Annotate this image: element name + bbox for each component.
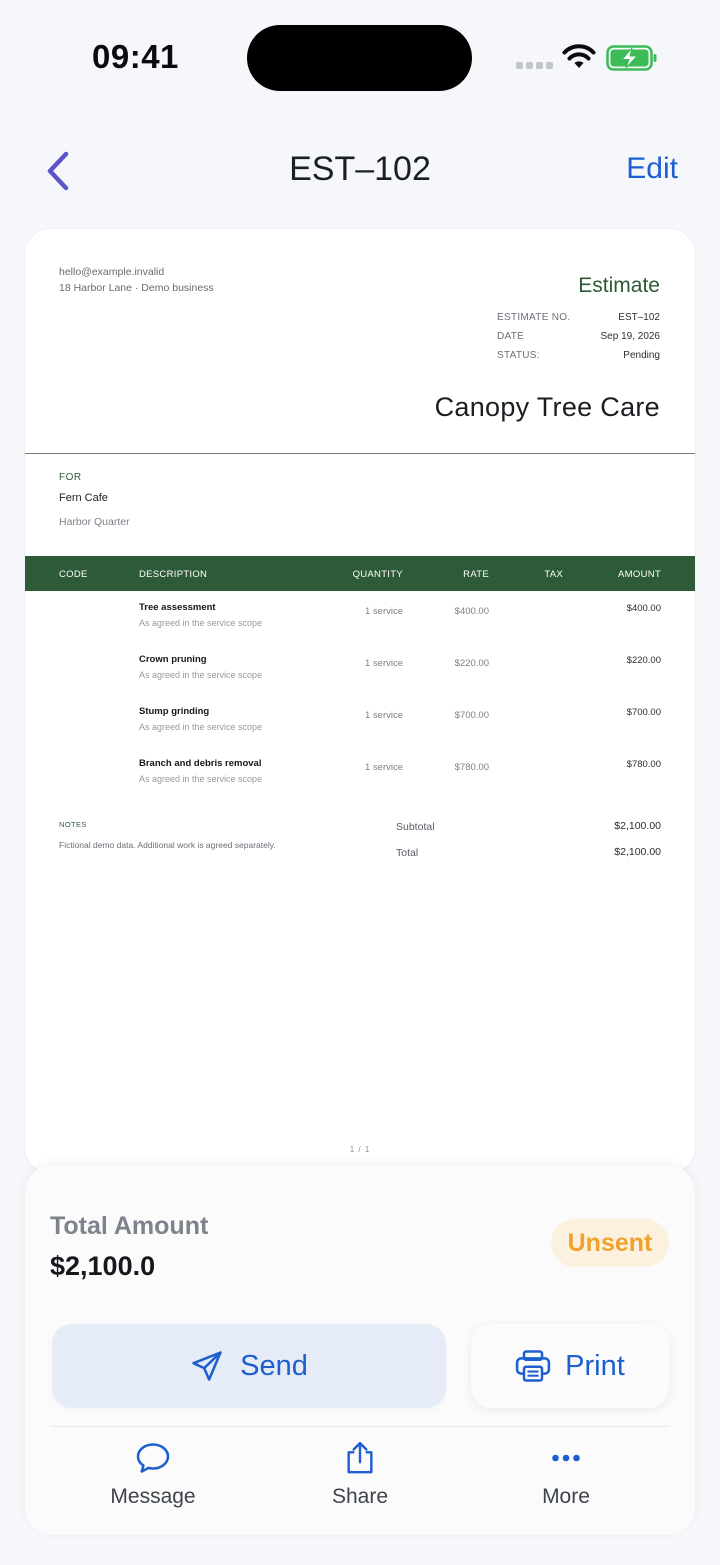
notes-text: Fictional demo data. Additional work is … [59,840,276,850]
item-amount: $780.00 [626,759,661,770]
subtotal-value: $2,100.00 [614,820,661,832]
item-rate: $780.00 [454,762,489,773]
sender-email: hello@example.invalid [59,266,165,278]
item-amount: $400.00 [626,603,661,614]
message-icon [136,1443,170,1473]
total-value: $2,100.00 [614,846,661,858]
meta-value: EST–102 [618,312,660,323]
send-label: Send [240,1349,308,1382]
column-rate: RATE [463,569,489,580]
items-table-header: CODE DESCRIPTION QUANTITY RATE TAX AMOUN… [25,556,695,591]
meta-row-date: DATE Sep 19, 2026 [497,331,660,350]
more-icon [552,1454,580,1462]
edit-button[interactable]: Edit [626,152,678,186]
meta-label: DATE [497,331,525,342]
meta-value: Pending [623,350,660,361]
item-quantity: 1 service [364,762,403,773]
share-label: Share [331,1485,389,1508]
item-note: As agreed in the service scope [139,722,263,732]
send-button[interactable]: Send [52,1324,446,1408]
item-quantity: 1 service [364,606,403,617]
item-note: As agreed in the service scope [139,774,263,784]
sender-address: 18 Harbor Lane · Demo business [59,282,214,294]
meta-row-number: ESTIMATE NO. EST–102 [497,312,660,331]
estimate-document-preview[interactable]: hello@example.invalid 18 Harbor Lane · D… [25,229,695,1173]
item-quantity: 1 service [364,658,403,669]
column-quantity: QUANTITY [352,569,403,580]
item-rate: $700.00 [454,710,489,721]
cellular-signal-icon [516,62,553,69]
item-description: Stump grinding [139,706,210,717]
column-amount: AMOUNT [618,569,661,580]
table-row: Crown pruning As agreed in the service s… [25,654,695,706]
item-amount: $700.00 [626,707,661,718]
message-action[interactable]: Message [83,1441,223,1509]
status-badge: Unsent [551,1219,669,1267]
wifi-icon [562,44,596,68]
item-description: Tree assessment [139,602,216,613]
item-rate: $220.00 [454,658,489,669]
print-label: Print [565,1349,625,1382]
action-sheet: Total Amount $2,100.0 Unsent Send Print … [25,1165,695,1535]
message-label: Message [110,1485,196,1508]
company-name: Canopy Tree Care [434,392,660,422]
table-row: Tree assessment As agreed in the service… [25,602,695,654]
header-divider [25,453,695,454]
item-note: As agreed in the service scope [139,670,263,680]
status-time: 09:41 [92,38,179,75]
dynamic-island [247,25,472,91]
for-label: FOR [59,472,82,483]
sender-info: hello@example.invalid 18 Harbor Lane · D… [59,264,214,296]
item-description: Branch and debris removal [139,758,262,769]
item-quantity: 1 service [364,710,403,721]
more-action[interactable]: More [496,1441,636,1509]
item-note: As agreed in the service scope [139,618,263,628]
column-code: CODE [59,569,88,580]
page-indicator: 1 / 1 [349,1145,371,1154]
share-action[interactable]: Share [290,1441,430,1509]
total-amount-value: $2,100.0 [50,1251,156,1281]
battery-charging-icon [606,45,657,71]
meta-label: STATUS: [497,350,540,361]
more-label: More [542,1485,590,1508]
total-label: Total [396,847,419,859]
table-row: Stump grinding As agreed in the service … [25,706,695,758]
meta-value: Sep 19, 2026 [600,331,661,342]
print-button[interactable]: Print [471,1324,669,1408]
meta-label: ESTIMATE NO. [497,312,571,323]
item-description: Crown pruning [139,654,207,665]
column-description: DESCRIPTION [139,569,208,580]
document-type: Estimate [578,274,660,297]
client-address: Harbor Quarter [59,516,130,528]
item-amount: $220.00 [626,655,661,666]
sheet-divider [50,1426,670,1427]
total-amount-label: Total Amount [50,1212,209,1240]
paper-plane-icon [192,1351,222,1381]
share-icon [347,1441,373,1474]
page-title: EST–102 [289,150,431,188]
meta-row-status: STATUS: Pending [497,350,660,369]
subtotal-label: Subtotal [396,821,435,833]
notes-label: NOTES [59,820,87,829]
column-tax: TAX [544,569,563,580]
item-rate: $400.00 [454,606,489,617]
estimate-meta: ESTIMATE NO. EST–102 DATE Sep 19, 2026 S… [497,312,660,369]
table-row: Branch and debris removal As agreed in t… [25,758,695,810]
printer-icon [516,1350,551,1382]
client-name: Fern Cafe [59,492,108,504]
